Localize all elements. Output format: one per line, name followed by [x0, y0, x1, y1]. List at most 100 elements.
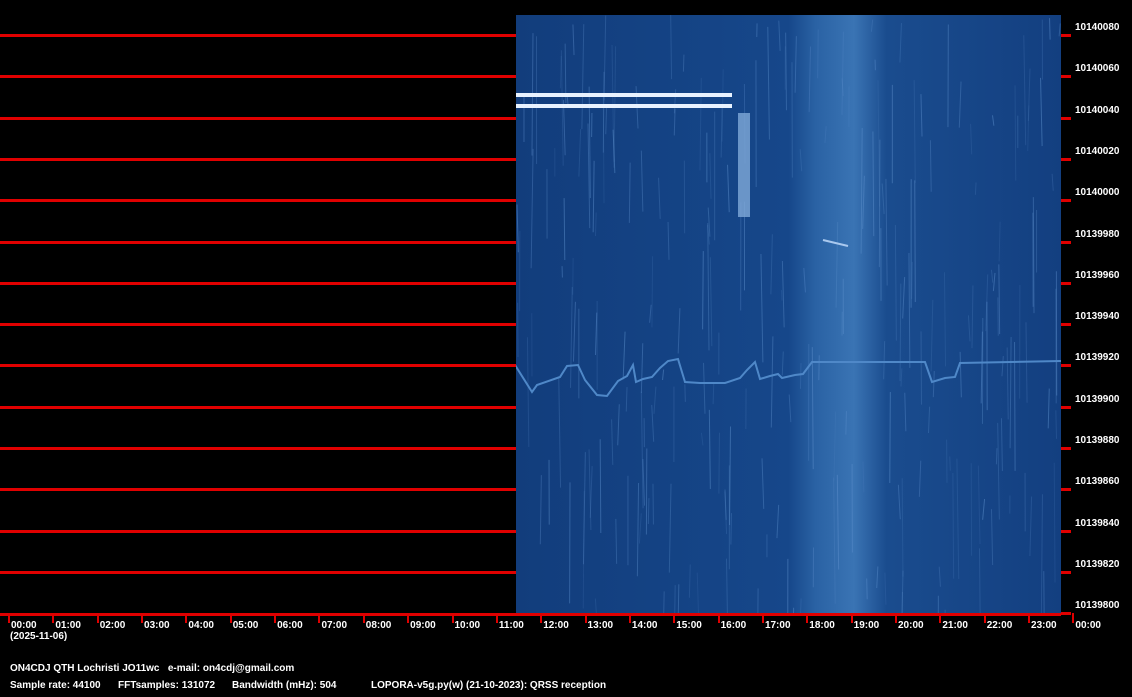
noise-streak: [647, 498, 650, 524]
time-label: 17:00: [764, 620, 791, 631]
frequency-tick: [1061, 199, 1071, 203]
frequency-gridline: [0, 447, 516, 450]
frequency-label: 10139900: [1075, 393, 1120, 405]
noise-streak: [702, 251, 704, 330]
time-label: 02:00: [99, 620, 126, 631]
frequency-tick: [1061, 75, 1071, 79]
frequency-label: 10139880: [1075, 435, 1120, 446]
noise-streak: [1055, 410, 1058, 439]
time-tick: [895, 613, 897, 623]
date-label: (2025-11-06): [10, 631, 68, 642]
noise-streak: [684, 384, 686, 402]
spectrogram: [516, 15, 1061, 615]
frequency-tick: [1061, 488, 1071, 492]
frequency-label: 10140080: [1075, 22, 1120, 33]
time-tick: [1028, 613, 1031, 623]
time-label: 19:00: [853, 620, 880, 631]
time-tick: [96, 613, 99, 623]
noise-streak: [974, 182, 977, 195]
frequency-label: 10139940: [1075, 311, 1120, 323]
time-label: 00:00: [1075, 620, 1101, 631]
frequency-label: 10140060: [1075, 63, 1120, 75]
time-tick: [52, 613, 55, 623]
frequency-gridline: [0, 364, 516, 368]
frequency-gridline: [0, 323, 516, 327]
noise-streak: [1014, 85, 1017, 181]
time-tick: [8, 613, 10, 623]
noise-streak: [845, 411, 847, 435]
time-label: 13:00: [587, 620, 614, 631]
frequency-tick: [1061, 405, 1071, 409]
frequency-label: 10139800: [1075, 600, 1120, 612]
frequency-tick: [1061, 447, 1071, 450]
noise-streak: [718, 432, 720, 494]
time-label: 10:00: [454, 620, 481, 631]
time-axis-line: [0, 613, 1061, 616]
time-label: 15:00: [676, 620, 702, 631]
time-label: 16:00: [720, 620, 747, 631]
noise-streak: [599, 439, 602, 533]
frequency-gridline: [0, 199, 516, 203]
frequency-label: 10139980: [1075, 228, 1120, 240]
bandwidth: Bandwidth (mHz): 504: [232, 680, 337, 691]
time-tick: [584, 613, 587, 623]
frequency-tick: [1061, 34, 1071, 37]
time-tick: [761, 613, 764, 623]
noise-streak: [563, 198, 566, 261]
frequency-gridline: [0, 529, 516, 533]
frequency-tick: [1061, 240, 1071, 244]
time-tick: [540, 613, 543, 623]
frequency-label: 10139840: [1075, 517, 1120, 529]
time-tick: [185, 613, 188, 623]
frequency-gridline: [0, 488, 516, 492]
time-label: 00:00: [11, 620, 37, 631]
time-label: 07:00: [321, 620, 348, 631]
time-label: 12:00: [543, 620, 569, 631]
frequency-label: 10139860: [1075, 476, 1120, 488]
noise-streak: [651, 256, 654, 328]
frequency-tick: [1061, 323, 1071, 327]
noise-streak: [911, 261, 913, 299]
noise-streak: [949, 456, 951, 471]
noise-streak: [730, 513, 732, 545]
frequency-tick: [1061, 529, 1071, 533]
time-tick: [628, 613, 631, 623]
frequency-gridline: [0, 157, 516, 161]
time-label: 20:00: [898, 620, 924, 631]
frequency-tick: [1061, 281, 1071, 285]
frequency-label: 10140040: [1075, 104, 1120, 116]
time-tick: [407, 613, 410, 623]
time-tick: [451, 613, 454, 623]
frequency-gridline: [0, 240, 516, 244]
frequency-gridline: [0, 116, 516, 120]
time-tick: [229, 613, 232, 623]
time-label: 04:00: [188, 620, 214, 631]
noise-streak: [682, 54, 685, 72]
noise-streak: [817, 29, 819, 79]
time-label: 22:00: [986, 620, 1013, 631]
noise-streak: [712, 383, 715, 405]
time-label: 11:00: [498, 620, 524, 631]
frequency-tick: [1061, 570, 1071, 574]
noise-streak: [866, 578, 868, 600]
time-label: 06:00: [277, 620, 303, 631]
noise-streak: [995, 448, 998, 465]
time-tick: [673, 613, 676, 623]
noise-streak: [889, 392, 891, 483]
frequency-gridline: [0, 570, 516, 574]
time-tick: [939, 613, 942, 623]
frequency-label: 10140000: [1075, 187, 1120, 199]
frequency-tick: [1061, 157, 1071, 161]
time-label: 03:00: [144, 620, 170, 631]
time-label: 01:00: [55, 620, 81, 631]
frequency-gridline: [0, 281, 516, 285]
frequency-label: 10140020: [1075, 145, 1120, 157]
frequency-gridline: [0, 34, 516, 37]
time-tick: [318, 613, 321, 623]
time-label: 09:00: [410, 620, 436, 631]
time-tick: [983, 613, 986, 623]
time-tick: [141, 613, 144, 623]
frequency-tick: [1061, 364, 1071, 368]
frequency-label: 10139920: [1075, 352, 1120, 364]
sample-rate: Sample rate: 44100: [10, 680, 101, 691]
